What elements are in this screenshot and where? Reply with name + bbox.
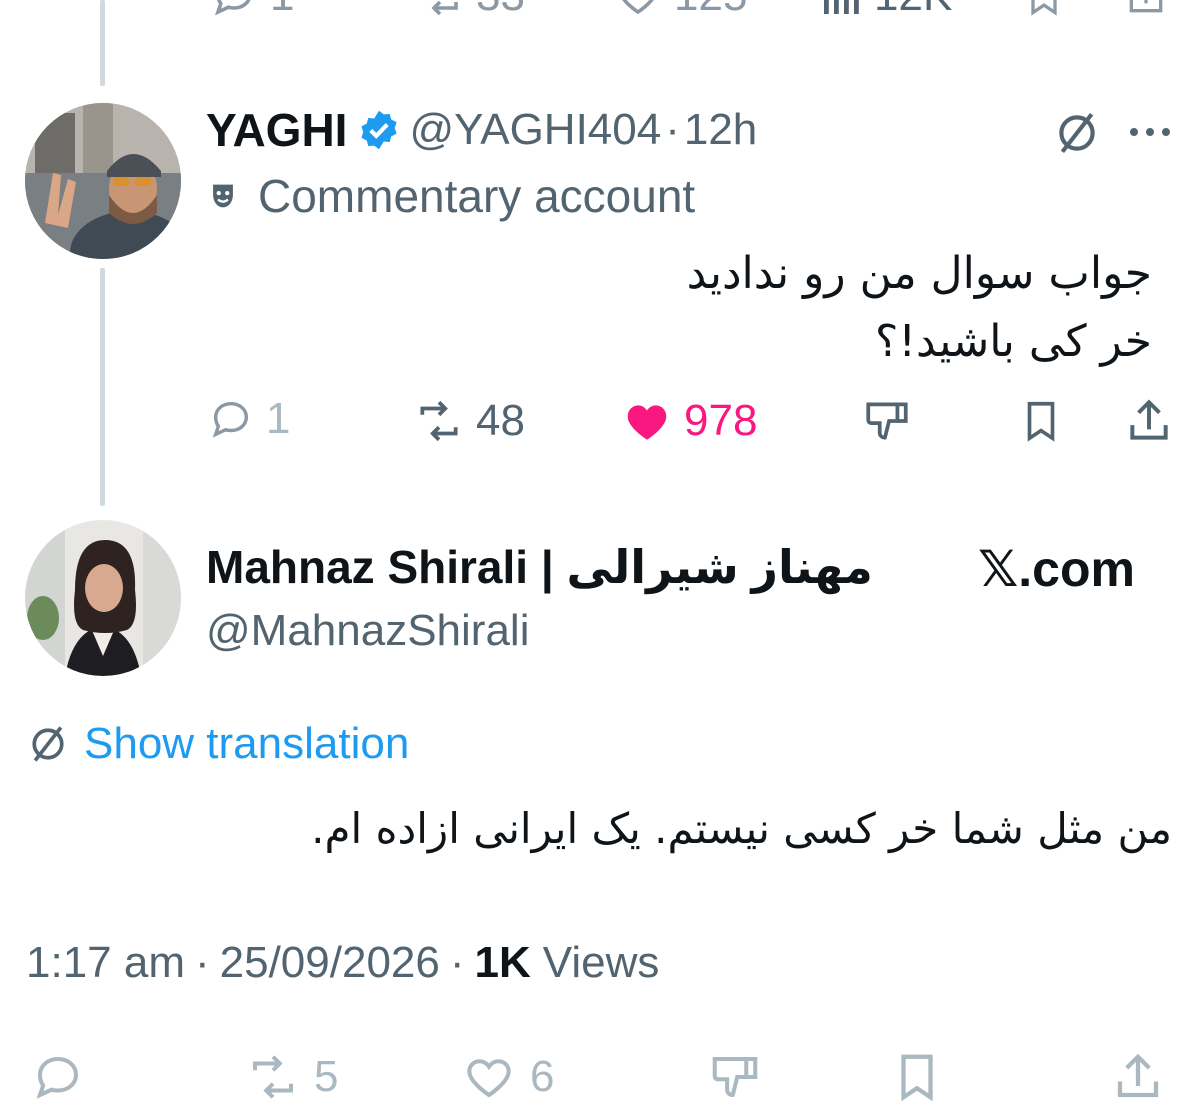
like-button[interactable]: 125 bbox=[612, 0, 747, 20]
theater-mask-icon bbox=[213, 184, 233, 208]
avatar-yaghi[interactable] bbox=[25, 103, 181, 259]
views-label[interactable]: Views bbox=[543, 938, 660, 988]
tweet-time[interactable]: 12h bbox=[684, 105, 757, 155]
show-translation-text[interactable]: Show translation bbox=[84, 719, 409, 769]
translate-icon bbox=[1059, 112, 1095, 154]
reply-button[interactable]: 1 bbox=[206, 396, 290, 442]
bookmark-button[interactable] bbox=[1022, 0, 1066, 20]
reply-button[interactable]: 1 bbox=[208, 0, 294, 20]
tweet-yaghi: YAGHI @YAGHI404 · 12h Commentary account… bbox=[0, 90, 1200, 470]
x-watermark: 𝕏.com bbox=[978, 541, 1135, 597]
repost-icon bbox=[431, 0, 458, 16]
author-name[interactable]: YAGHI bbox=[206, 103, 347, 157]
like-count: 125 bbox=[674, 0, 747, 18]
heart-icon bbox=[622, 0, 654, 15]
avatar-mahnaz[interactable] bbox=[25, 520, 181, 676]
verified-badge-icon bbox=[361, 110, 398, 150]
account-label: Commentary account bbox=[206, 168, 695, 224]
heart-filled-icon bbox=[627, 405, 667, 440]
repost-count: 48 bbox=[476, 396, 525, 445]
share-button[interactable] bbox=[1124, 0, 1168, 20]
translate-icon bbox=[32, 726, 64, 762]
meta-separator-1: · bbox=[194, 938, 210, 987]
share-icon bbox=[1117, 1053, 1159, 1098]
thumbs-down-icon bbox=[712, 1056, 758, 1098]
avatar-mahnaz-image bbox=[25, 520, 181, 676]
translate-button[interactable] bbox=[1052, 108, 1102, 163]
share-icon bbox=[1130, 399, 1168, 440]
views-icon bbox=[824, 0, 859, 14]
reply-count: 1 bbox=[266, 394, 291, 443]
reply-count: 1 bbox=[270, 0, 294, 18]
tweet-text: من مثل شما خر کسی نیستم. یک ایرانی ازاده… bbox=[311, 804, 1172, 853]
dislike-button[interactable] bbox=[706, 1050, 764, 1104]
bookmark-icon bbox=[1031, 0, 1057, 16]
repost-button[interactable]: 33 bbox=[414, 0, 525, 20]
dislike-button[interactable] bbox=[862, 396, 912, 446]
tweet-date[interactable]: 25/09/2026 bbox=[220, 938, 440, 988]
tweet-text-line-2: خر کی باشید!؟ bbox=[875, 316, 1152, 367]
previous-tweet-actions: 1 33 125 12K bbox=[0, 0, 1200, 28]
reply-icon bbox=[214, 0, 251, 16]
like-button[interactable]: 978 bbox=[620, 396, 757, 446]
repost-button[interactable]: 5 bbox=[242, 1050, 338, 1104]
tweet-header: YAGHI @YAGHI404 · 12h bbox=[206, 100, 757, 160]
tweet-meta: 1:17 am · 25/09/2026 · 1K Views bbox=[26, 938, 659, 988]
repost-count: 33 bbox=[476, 0, 525, 18]
tweet-mahnaz: Mahnaz Shirali | مهناز شیرالی 𝕏.com @Mah… bbox=[0, 510, 1200, 1111]
show-translation-link[interactable]: Show translation bbox=[26, 716, 409, 772]
meta-separator-2: · bbox=[449, 938, 465, 987]
avatar-yaghi-image bbox=[25, 103, 181, 259]
repost-button[interactable]: 48 bbox=[412, 396, 525, 446]
share-button[interactable] bbox=[1110, 1050, 1166, 1104]
share-button[interactable] bbox=[1124, 396, 1174, 446]
bookmark-icon bbox=[901, 1054, 933, 1102]
author-name[interactable]: Mahnaz Shirali | مهناز شیرالی bbox=[206, 540, 873, 594]
author-handle[interactable]: @MahnazShirali bbox=[206, 606, 529, 656]
share-icon bbox=[1129, 0, 1163, 13]
repost-icon bbox=[420, 400, 458, 442]
tweet-timestamp[interactable]: 1:17 am bbox=[26, 938, 185, 988]
bookmark-button[interactable] bbox=[1018, 396, 1064, 446]
repost-icon bbox=[252, 1055, 294, 1099]
bookmark-icon bbox=[1027, 401, 1055, 442]
header-separator: · bbox=[665, 105, 680, 154]
views-button[interactable]: 12K bbox=[816, 0, 952, 20]
like-count: 978 bbox=[684, 396, 758, 445]
bookmark-button[interactable] bbox=[890, 1050, 944, 1104]
more-options-button[interactable] bbox=[1126, 112, 1174, 157]
reply-button[interactable] bbox=[28, 1050, 88, 1104]
heart-icon bbox=[467, 1059, 511, 1098]
views-count: 1K bbox=[474, 938, 531, 987]
repost-count: 5 bbox=[314, 1052, 339, 1101]
reply-icon bbox=[212, 401, 249, 438]
thumbs-down-icon bbox=[866, 402, 908, 440]
tweet-text-line-1: جواب سوال من رو ندادید bbox=[686, 248, 1152, 299]
account-label-text: Commentary account bbox=[258, 170, 696, 222]
more-icon bbox=[1130, 128, 1170, 136]
like-count: 6 bbox=[530, 1052, 555, 1101]
tweet-text: جواب سوال من رو ندادید خر کی باشید!؟ bbox=[252, 240, 1152, 376]
views-count: 12K bbox=[874, 0, 952, 18]
reply-icon bbox=[36, 1056, 79, 1099]
like-button[interactable]: 6 bbox=[458, 1050, 554, 1104]
author-handle[interactable]: @YAGHI404 bbox=[409, 105, 661, 155]
